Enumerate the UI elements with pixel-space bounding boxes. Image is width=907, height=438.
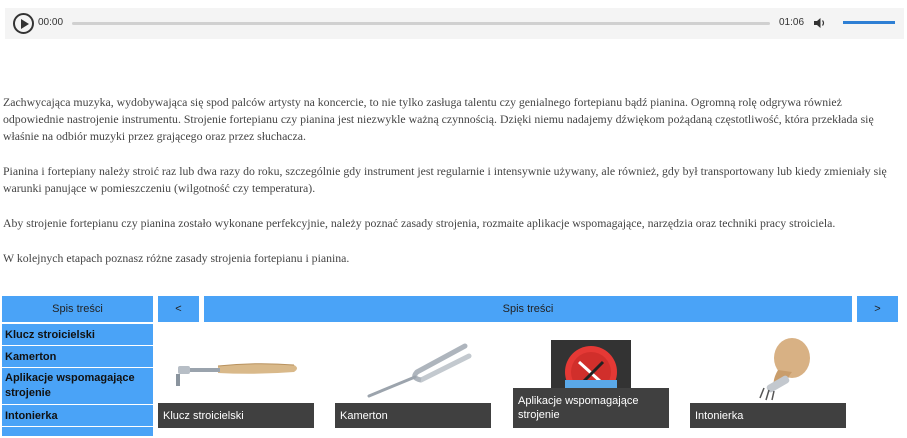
card-aplikacje[interactable]: Aplikacje wspomagające strojenie (513, 340, 669, 428)
card-kamerton[interactable]: Kamerton (335, 336, 491, 428)
paragraph: W kolejnych etapach poznasz różne zasady… (3, 251, 350, 265)
progress-track[interactable] (72, 22, 770, 25)
toc-item-label: Kamerton (5, 350, 57, 363)
volume-slider[interactable] (843, 21, 895, 24)
card-caption: Klucz stroicielski (158, 403, 314, 428)
toc-item-intonierka[interactable]: Intonierka (2, 404, 153, 426)
toc-item-label: Intonierka (5, 409, 58, 422)
next-button[interactable]: > (857, 296, 898, 322)
toc-item-klucz[interactable]: Klucz stroicielski (2, 323, 153, 345)
toc-item-kamerton[interactable]: Kamerton (2, 345, 153, 367)
card-caption: Aplikacje wspomagające strojenie (513, 388, 669, 428)
voicing-tool-icon (759, 338, 810, 401)
tuning-fork-icon (367, 343, 472, 398)
toc-sidebar: Spis treści Klucz stroicielski Kamerton … (2, 296, 153, 436)
play-icon[interactable] (13, 13, 34, 34)
nav-title[interactable]: Spis treści (204, 296, 852, 322)
paragraph: Pianina i fortepiany należy stroić raz l… (3, 164, 887, 195)
volume-level (843, 21, 895, 24)
current-time: 00:00 (38, 17, 64, 28)
card-intonierka[interactable]: Intonierka (690, 336, 846, 428)
duration-time: 01:06 (779, 17, 805, 28)
toc-footer (2, 426, 153, 436)
tuner-app-icon (551, 340, 631, 390)
intro-text: Zachwycająca muzyka, wydobywająca się sp… (3, 94, 898, 285)
prev-button[interactable]: < (158, 296, 199, 322)
toc-item-label: Aplikacje wspomagające strojenie (5, 372, 135, 399)
volume-icon[interactable] (813, 17, 827, 29)
card-klucz[interactable]: Klucz stroicielski (158, 336, 314, 428)
toc-title[interactable]: Spis treści (2, 296, 153, 322)
toc-item-aplikacje[interactable]: Aplikacje wspomagające strojenie (2, 367, 153, 404)
card-caption: Intonierka (690, 403, 846, 428)
card-caption: Kamerton (335, 403, 491, 428)
paragraph: Zachwycająca muzyka, wydobywająca się sp… (3, 95, 874, 143)
audio-player: 00:00 01:06 (5, 8, 904, 39)
toc-item-label: Klucz stroicielski (5, 328, 95, 341)
paragraph: Aby strojenie fortepianu czy pianina zos… (3, 216, 836, 230)
tuning-hammer-icon (176, 363, 297, 386)
